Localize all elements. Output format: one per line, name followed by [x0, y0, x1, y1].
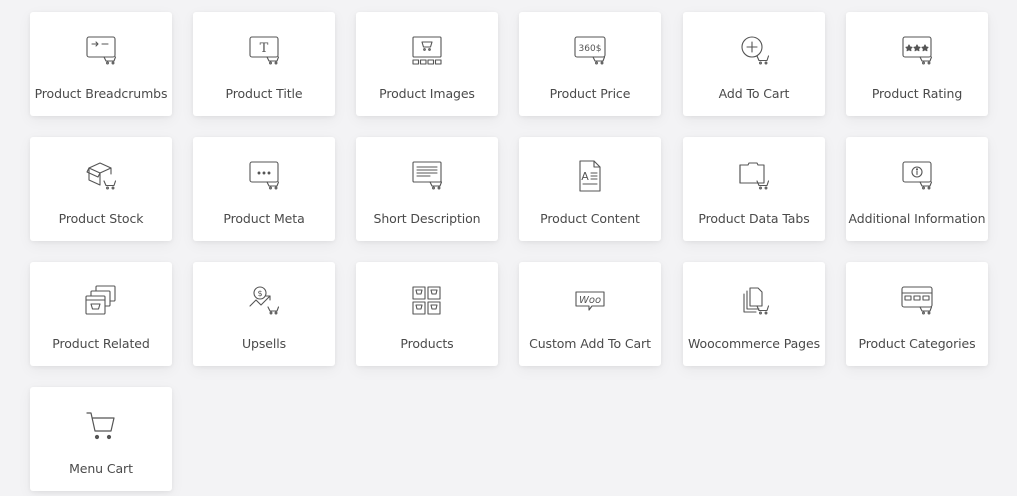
widget-card-product-content[interactable]: A Product Content: [519, 137, 661, 241]
product-meta-icon: [247, 159, 281, 193]
title-letter: T: [260, 41, 269, 56]
widget-card-short-description[interactable]: Short Description: [356, 137, 498, 241]
product-breadcrumbs-icon: [84, 34, 118, 68]
woocommerce-pages-icon: [737, 284, 771, 318]
widget-label: Woocommerce Pages: [688, 336, 820, 351]
widget-label: Product Meta: [223, 211, 305, 226]
widget-card-product-price[interactable]: 360$ Product Price: [519, 12, 661, 116]
widget-label: Product Data Tabs: [698, 211, 810, 226]
upsells-icon: $: [247, 284, 281, 318]
products-icon: [410, 284, 444, 318]
widget-card-product-images[interactable]: Product Images: [356, 12, 498, 116]
product-title-icon: T: [247, 34, 281, 68]
widget-grid: Product Breadcrumbs T Product Title Prod…: [0, 0, 1017, 496]
woo-text: Woo: [579, 295, 601, 306]
custom-add-to-cart-icon: Woo: [573, 284, 607, 318]
widget-card-add-to-cart[interactable]: Add To Cart: [683, 12, 825, 116]
add-to-cart-icon: [737, 34, 771, 68]
widget-card-product-title[interactable]: T Product Title: [193, 12, 335, 116]
widget-card-custom-add-to-cart[interactable]: Woo Custom Add To Cart: [519, 262, 661, 366]
price-text: 360$: [579, 44, 602, 54]
widget-label: Product Images: [379, 86, 475, 101]
widget-card-woocommerce-pages[interactable]: Woocommerce Pages: [683, 262, 825, 366]
widget-label: Product Rating: [871, 86, 963, 101]
widget-label: Upsells: [241, 336, 287, 351]
widget-card-products[interactable]: Products: [356, 262, 498, 366]
widget-label: Product Related: [52, 336, 150, 351]
widget-label: Additional Information: [848, 211, 986, 226]
widget-card-product-rating[interactable]: Product Rating: [846, 12, 988, 116]
menu-cart-icon: [84, 409, 118, 443]
product-images-icon: [410, 34, 444, 68]
widget-label: Products: [400, 336, 454, 351]
widget-card-product-data-tabs[interactable]: Product Data Tabs: [683, 137, 825, 241]
widget-label: Product Breadcrumbs: [34, 86, 168, 101]
widget-label: Product Content: [540, 211, 640, 226]
product-rating-icon: [900, 34, 934, 68]
product-content-icon: A: [573, 159, 607, 193]
widget-label: Product Price: [549, 86, 631, 101]
widget-label: Short Description: [373, 211, 481, 226]
additional-information-icon: [900, 159, 934, 193]
widget-label: Product Title: [225, 86, 303, 101]
short-description-icon: [410, 159, 444, 193]
content-letter: A: [581, 170, 589, 183]
widget-label: Custom Add To Cart: [529, 336, 651, 351]
product-related-icon: [84, 284, 118, 318]
widget-card-product-related[interactable]: Product Related: [30, 262, 172, 366]
product-categories-icon: [900, 284, 934, 318]
widget-card-menu-cart[interactable]: Menu Cart: [30, 387, 172, 491]
widget-label: Menu Cart: [69, 461, 133, 476]
widget-card-additional-information[interactable]: Additional Information: [846, 137, 988, 241]
widget-label: Product Stock: [58, 211, 144, 226]
upsell-symbol: $: [257, 289, 262, 298]
widget-card-upsells[interactable]: $ Upsells: [193, 262, 335, 366]
widget-label: Product Categories: [858, 336, 976, 351]
widget-card-product-breadcrumbs[interactable]: Product Breadcrumbs: [30, 12, 172, 116]
product-stock-icon: [84, 159, 118, 193]
widget-card-product-meta[interactable]: Product Meta: [193, 137, 335, 241]
widget-label: Add To Cart: [718, 86, 790, 101]
product-data-tabs-icon: [737, 159, 771, 193]
widget-card-product-categories[interactable]: Product Categories: [846, 262, 988, 366]
product-price-icon: 360$: [573, 34, 607, 68]
widget-card-product-stock[interactable]: Product Stock: [30, 137, 172, 241]
